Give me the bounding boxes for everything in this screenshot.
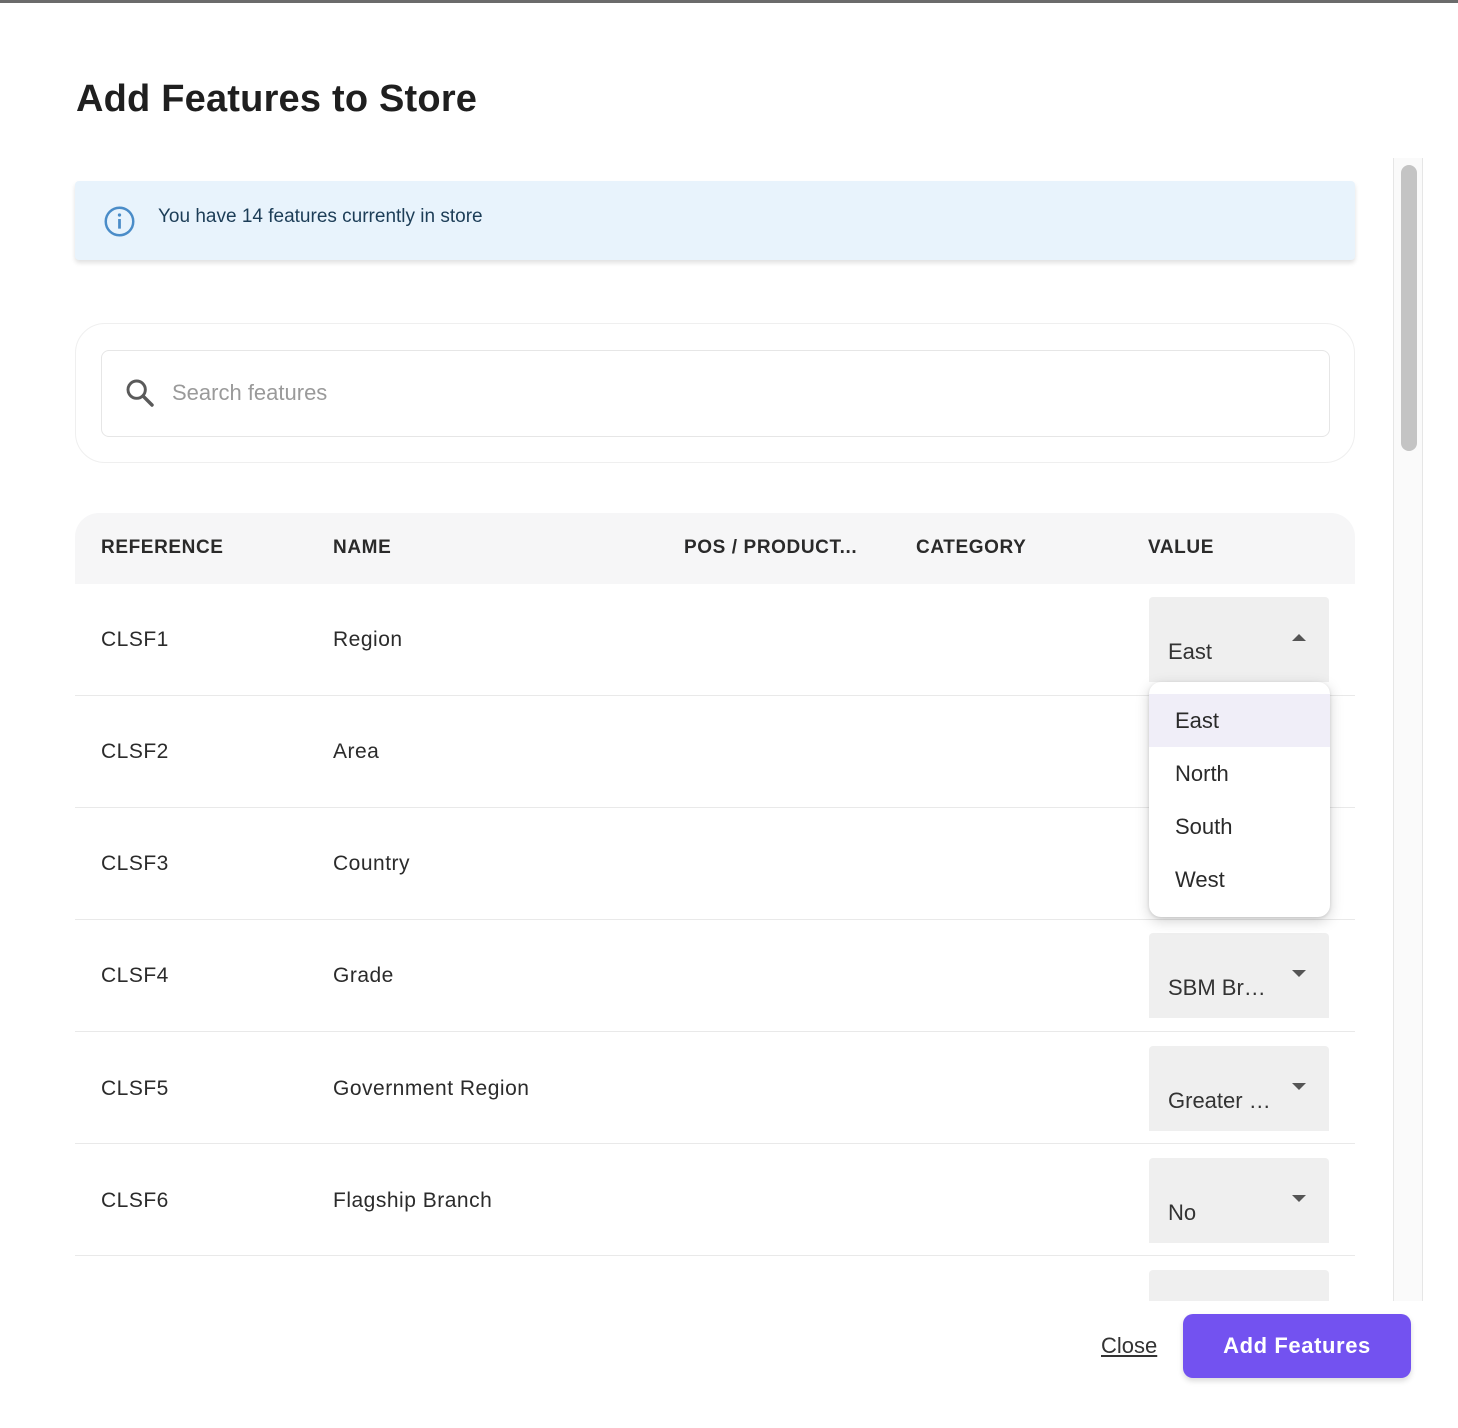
select-value: No <box>1168 1200 1197 1225</box>
table-row[interactable]: CLSF5 Government Region Greater … <box>75 1032 1355 1144</box>
info-message: You have 14 features currently in store <box>158 206 483 227</box>
search-input[interactable] <box>172 371 1272 415</box>
info-icon <box>104 206 135 237</box>
chevron-down-icon <box>1292 1195 1306 1202</box>
value-select-flagship-branch[interactable]: No <box>1149 1158 1329 1243</box>
column-header-value[interactable]: VALUE <box>1148 537 1214 559</box>
reference-cell: CLSF3 <box>101 852 169 875</box>
dialog-title: Add Features to Store <box>76 78 478 120</box>
name-cell: Region <box>333 628 403 651</box>
window-top-border <box>0 0 1458 3</box>
column-header-category[interactable]: CATEGORY <box>916 537 1026 559</box>
select-value: Greater … <box>1168 1088 1271 1113</box>
name-cell: Flagship Branch <box>333 1189 493 1212</box>
name-cell: Area <box>333 740 380 763</box>
search-icon <box>126 379 154 407</box>
column-header-name[interactable]: NAME <box>333 537 391 559</box>
column-header-pos-product[interactable]: POS / PRODUCT... <box>684 537 857 559</box>
select-value: SBM Br… <box>1168 975 1266 1000</box>
select-value: East <box>1168 639 1213 664</box>
chevron-down-icon <box>1292 970 1306 977</box>
dropdown-option-north[interactable]: North <box>1149 747 1330 800</box>
table-header: REFERENCE NAME POS / PRODUCT... CATEGORY… <box>75 513 1355 584</box>
add-features-button[interactable]: Add Features <box>1183 1314 1411 1378</box>
value-select-grade[interactable]: SBM Br… <box>1149 933 1329 1018</box>
reference-cell: CLSF2 <box>101 740 169 763</box>
search-box[interactable] <box>101 350 1330 437</box>
name-cell: Government Region <box>333 1077 530 1100</box>
name-cell: Country <box>333 852 411 875</box>
reference-cell: CLSF6 <box>101 1189 169 1212</box>
table-row[interactable]: CLSF4 Grade SBM Br… <box>75 920 1355 1032</box>
chevron-up-icon <box>1292 634 1306 641</box>
info-alert: You have 14 features currently in store <box>75 181 1355 260</box>
dropdown-option-west[interactable]: West <box>1149 853 1330 906</box>
reference-cell: CLSF5 <box>101 1077 169 1100</box>
chevron-down-icon <box>1292 1083 1306 1090</box>
reference-cell: CLSF1 <box>101 628 169 651</box>
table-row[interactable]: CLSF6 Flagship Branch No <box>75 1144 1355 1256</box>
name-cell: Grade <box>333 964 394 987</box>
value-select-region[interactable]: East <box>1149 597 1329 682</box>
scrollbar-thumb[interactable] <box>1401 165 1417 451</box>
search-card <box>75 323 1355 463</box>
column-header-reference[interactable]: REFERENCE <box>101 537 224 559</box>
value-select-government-region[interactable]: Greater … <box>1149 1046 1329 1131</box>
dropdown-option-south[interactable]: South <box>1149 800 1330 853</box>
reference-cell: CLSF4 <box>101 964 169 987</box>
dropdown-option-east[interactable]: East <box>1149 694 1330 747</box>
features-table: REFERENCE NAME POS / PRODUCT... CATEGORY… <box>75 513 1355 1413</box>
close-button[interactable]: Close <box>1101 1333 1157 1359</box>
region-dropdown-menu: East North South West <box>1149 682 1330 917</box>
table-row[interactable]: CLSF1 Region East <box>75 584 1355 696</box>
